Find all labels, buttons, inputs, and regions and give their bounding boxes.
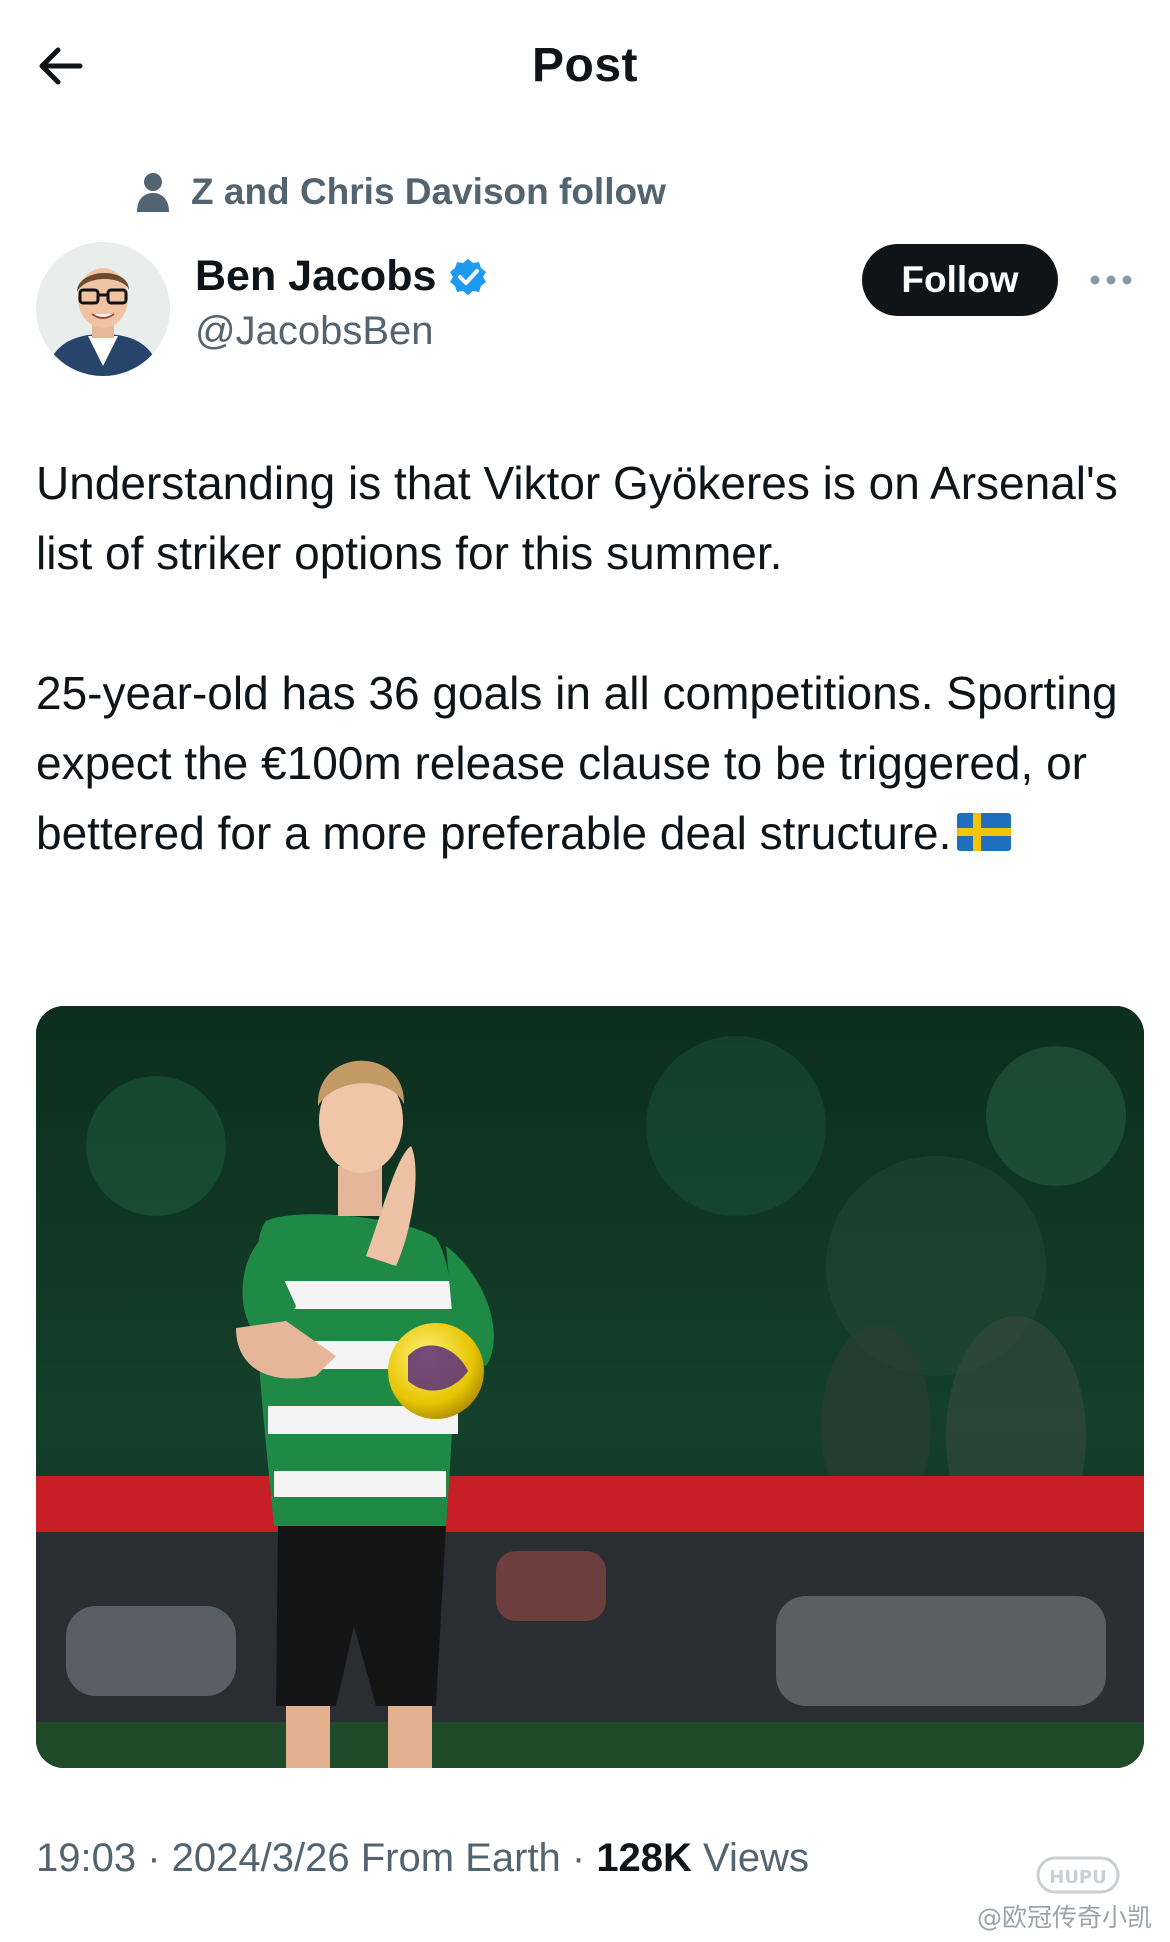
post-time[interactable]: 19:03 [36, 1836, 136, 1880]
page-title: Post [531, 39, 638, 92]
tweet-text: Understanding is that Viktor Gyökeres is… [36, 448, 1146, 868]
more-dots-icon [1090, 275, 1132, 285]
top-bar: Post [0, 0, 1170, 130]
tweet-photo[interactable] [36, 1006, 1144, 1768]
post-date[interactable]: 2024/3/26 [172, 1836, 350, 1880]
avatar[interactable] [36, 242, 170, 376]
person-icon [137, 173, 169, 212]
tweet-paragraph: Understanding is that Viktor Gyökeres is… [36, 457, 1118, 579]
more-button[interactable] [1086, 262, 1136, 298]
social-context-text: Z and Chris Davison follow [191, 171, 666, 212]
views-label: Views [691, 1836, 810, 1880]
verified-badge-icon [450, 258, 487, 295]
follow-button[interactable]: Follow [862, 244, 1058, 316]
social-context[interactable]: Z and Chris Davison follow [135, 170, 666, 214]
post-location: From Earth [349, 1836, 561, 1880]
player-photo [36, 1006, 1144, 1768]
sweden-flag-icon [957, 813, 1012, 851]
separator: · [136, 1836, 172, 1880]
tweet-paragraph-text: 25-year-old has 36 goals in all competit… [36, 667, 1118, 859]
author-name[interactable]: Ben Jacobs [195, 252, 436, 301]
avatar-image [36, 242, 170, 376]
hupu-logo-icon: HUPU [1036, 1856, 1120, 1894]
author-handle[interactable]: @JacobsBen [195, 309, 488, 354]
watermark: @欧冠传奇小凯 [976, 1903, 1152, 1932]
views-count[interactable]: 128K [596, 1836, 692, 1880]
hupu-logo-text: HUPU [1049, 1867, 1107, 1888]
separator: · [560, 1836, 597, 1880]
tweet-paragraph: 25-year-old has 36 goals in all competit… [36, 658, 1146, 868]
author-info: Ben Jacobs @JacobsBen [195, 252, 488, 354]
post-meta: 19:03 · 2024/3/26 From Earth · 128K View… [36, 1836, 809, 1881]
